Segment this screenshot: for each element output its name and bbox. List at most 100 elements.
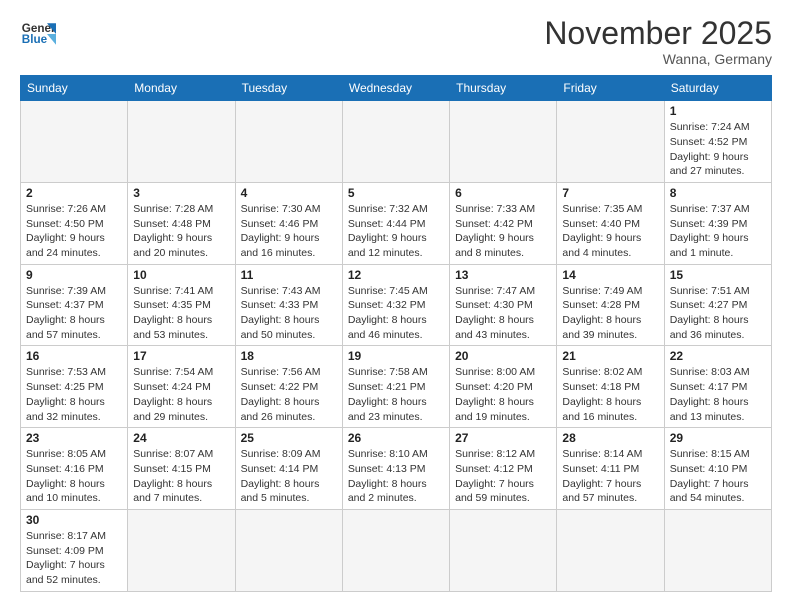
table-row: 9Sunrise: 7:39 AM Sunset: 4:37 PM Daylig… [21,264,128,346]
table-row: 13 Sunrise: 7:47 AM Sunset: 4:30 PM Dayli… [450,264,557,346]
table-row: 11Sunrise: 7:43 AM Sunset: 4:33 PM Dayli… [235,264,342,346]
cell-info-text: Sunrise: 7:47 AM Sunset: 4:30 PM Dayligh… [455,284,551,343]
table-row [557,509,664,591]
cell-day-number: 22 [670,349,766,363]
table-row: 3Sunrise: 7:28 AM Sunset: 4:48 PM Daylig… [128,182,235,264]
cell-day-number: 23 [26,431,122,445]
cell-info-text: Sunrise: 8:10 AM Sunset: 4:13 PM Dayligh… [348,447,444,506]
cell-info-text: Sunrise: 7:53 AM Sunset: 4:25 PM Dayligh… [26,365,122,424]
calendar-week-5: 23Sunrise: 8:05 AM Sunset: 4:16 PM Dayli… [21,428,772,510]
cell-day-number: 16 [26,349,122,363]
table-row: 20Sunrise: 8:00 AM Sunset: 4:20 PM Dayli… [450,346,557,428]
page: General Blue November 2025 Wanna, German… [0,0,792,602]
cell-info-text: Sunrise: 8:12 AM Sunset: 4:12 PM Dayligh… [455,447,551,506]
table-row: 8Sunrise: 7:37 AM Sunset: 4:39 PM Daylig… [664,182,771,264]
table-row: 25 Sunrise: 8:09 AM Sunset: 4:14 PM Dayli… [235,428,342,510]
table-row [128,101,235,183]
col-sunday: Sunday [21,76,128,101]
table-row: 27 Sunrise: 8:12 AM Sunset: 4:12 PM Dayli… [450,428,557,510]
cell-day-number: 19 [348,349,444,363]
cell-info-text: Sunrise: 8:02 AM Sunset: 4:18 PM Dayligh… [562,365,658,424]
table-row: 10Sunrise: 7:41 AM Sunset: 4:35 PM Dayli… [128,264,235,346]
cell-day-number: 14 [562,268,658,282]
col-wednesday: Wednesday [342,76,449,101]
col-friday: Friday [557,76,664,101]
table-row: 5Sunrise: 7:32 AM Sunset: 4:44 PM Daylig… [342,182,449,264]
cell-info-text: Sunrise: 7:56 AM Sunset: 4:22 PM Dayligh… [241,365,337,424]
table-row: 26 Sunrise: 8:10 AM Sunset: 4:13 PM Dayli… [342,428,449,510]
cell-info-text: Sunrise: 7:49 AM Sunset: 4:28 PM Dayligh… [562,284,658,343]
table-row: 22 Sunrise: 8:03 AM Sunset: 4:17 PM Dayli… [664,346,771,428]
calendar-week-1: 1 Sunrise: 7:24 AM Sunset: 4:52 PM Daylig… [21,101,772,183]
calendar-week-3: 9Sunrise: 7:39 AM Sunset: 4:37 PM Daylig… [21,264,772,346]
cell-day-number: 12 [348,268,444,282]
table-row [235,101,342,183]
calendar-header-row: Sunday Monday Tuesday Wednesday Thursday… [21,76,772,101]
cell-day-number: 24 [133,431,229,445]
cell-info-text: Sunrise: 8:09 AM Sunset: 4:14 PM Dayligh… [241,447,337,506]
cell-day-number: 6 [455,186,551,200]
table-row: 4Sunrise: 7:30 AM Sunset: 4:46 PM Daylig… [235,182,342,264]
cell-day-number: 15 [670,268,766,282]
cell-day-number: 9 [26,268,122,282]
table-row: 6 Sunrise: 7:33 AM Sunset: 4:42 PM Daylig… [450,182,557,264]
table-row [450,101,557,183]
cell-day-number: 28 [562,431,658,445]
table-row: 1 Sunrise: 7:24 AM Sunset: 4:52 PM Daylig… [664,101,771,183]
table-row: 21Sunrise: 8:02 AM Sunset: 4:18 PM Dayli… [557,346,664,428]
table-row: 29 Sunrise: 8:15 AM Sunset: 4:10 PM Dayli… [664,428,771,510]
table-row: 15Sunrise: 7:51 AM Sunset: 4:27 PM Dayli… [664,264,771,346]
cell-info-text: Sunrise: 7:33 AM Sunset: 4:42 PM Dayligh… [455,202,551,261]
cell-info-text: Sunrise: 7:41 AM Sunset: 4:35 PM Dayligh… [133,284,229,343]
cell-info-text: Sunrise: 7:54 AM Sunset: 4:24 PM Dayligh… [133,365,229,424]
cell-day-number: 1 [670,104,766,118]
cell-day-number: 27 [455,431,551,445]
table-row: 23Sunrise: 8:05 AM Sunset: 4:16 PM Dayli… [21,428,128,510]
table-row: 17 Sunrise: 7:54 AM Sunset: 4:24 PM Dayli… [128,346,235,428]
cell-info-text: Sunrise: 8:15 AM Sunset: 4:10 PM Dayligh… [670,447,766,506]
cell-info-text: Sunrise: 7:26 AM Sunset: 4:50 PM Dayligh… [26,202,122,261]
cell-day-number: 4 [241,186,337,200]
month-title: November 2025 [544,16,772,51]
col-saturday: Saturday [664,76,771,101]
table-row: 28Sunrise: 8:14 AM Sunset: 4:11 PM Dayli… [557,428,664,510]
cell-day-number: 3 [133,186,229,200]
table-row [235,509,342,591]
table-row: 18 Sunrise: 7:56 AM Sunset: 4:22 PM Dayli… [235,346,342,428]
cell-info-text: Sunrise: 7:35 AM Sunset: 4:40 PM Dayligh… [562,202,658,261]
cell-info-text: Sunrise: 7:43 AM Sunset: 4:33 PM Dayligh… [241,284,337,343]
table-row: 7Sunrise: 7:35 AM Sunset: 4:40 PM Daylig… [557,182,664,264]
svg-text:Blue: Blue [22,33,48,46]
table-row [342,509,449,591]
cell-info-text: Sunrise: 8:03 AM Sunset: 4:17 PM Dayligh… [670,365,766,424]
cell-info-text: Sunrise: 8:17 AM Sunset: 4:09 PM Dayligh… [26,529,122,588]
cell-day-number: 25 [241,431,337,445]
table-row [664,509,771,591]
table-row: 19Sunrise: 7:58 AM Sunset: 4:21 PM Dayli… [342,346,449,428]
cell-day-number: 30 [26,513,122,527]
cell-info-text: Sunrise: 8:07 AM Sunset: 4:15 PM Dayligh… [133,447,229,506]
col-monday: Monday [128,76,235,101]
logo: General Blue [20,16,56,52]
title-block: November 2025 Wanna, Germany [544,16,772,67]
cell-day-number: 13 [455,268,551,282]
location: Wanna, Germany [544,51,772,67]
cell-info-text: Sunrise: 7:32 AM Sunset: 4:44 PM Dayligh… [348,202,444,261]
cell-day-number: 18 [241,349,337,363]
cell-day-number: 2 [26,186,122,200]
col-thursday: Thursday [450,76,557,101]
table-row: 24 Sunrise: 8:07 AM Sunset: 4:15 PM Dayli… [128,428,235,510]
table-row [450,509,557,591]
cell-day-number: 17 [133,349,229,363]
header: General Blue November 2025 Wanna, German… [20,16,772,67]
table-row: 14 Sunrise: 7:49 AM Sunset: 4:28 PM Dayli… [557,264,664,346]
calendar-week-4: 16 Sunrise: 7:53 AM Sunset: 4:25 PM Dayli… [21,346,772,428]
table-row [557,101,664,183]
cell-day-number: 29 [670,431,766,445]
table-row: 16 Sunrise: 7:53 AM Sunset: 4:25 PM Dayli… [21,346,128,428]
cell-info-text: Sunrise: 7:24 AM Sunset: 4:52 PM Dayligh… [670,120,766,179]
table-row [342,101,449,183]
table-row [128,509,235,591]
cell-info-text: Sunrise: 7:37 AM Sunset: 4:39 PM Dayligh… [670,202,766,261]
cell-day-number: 26 [348,431,444,445]
